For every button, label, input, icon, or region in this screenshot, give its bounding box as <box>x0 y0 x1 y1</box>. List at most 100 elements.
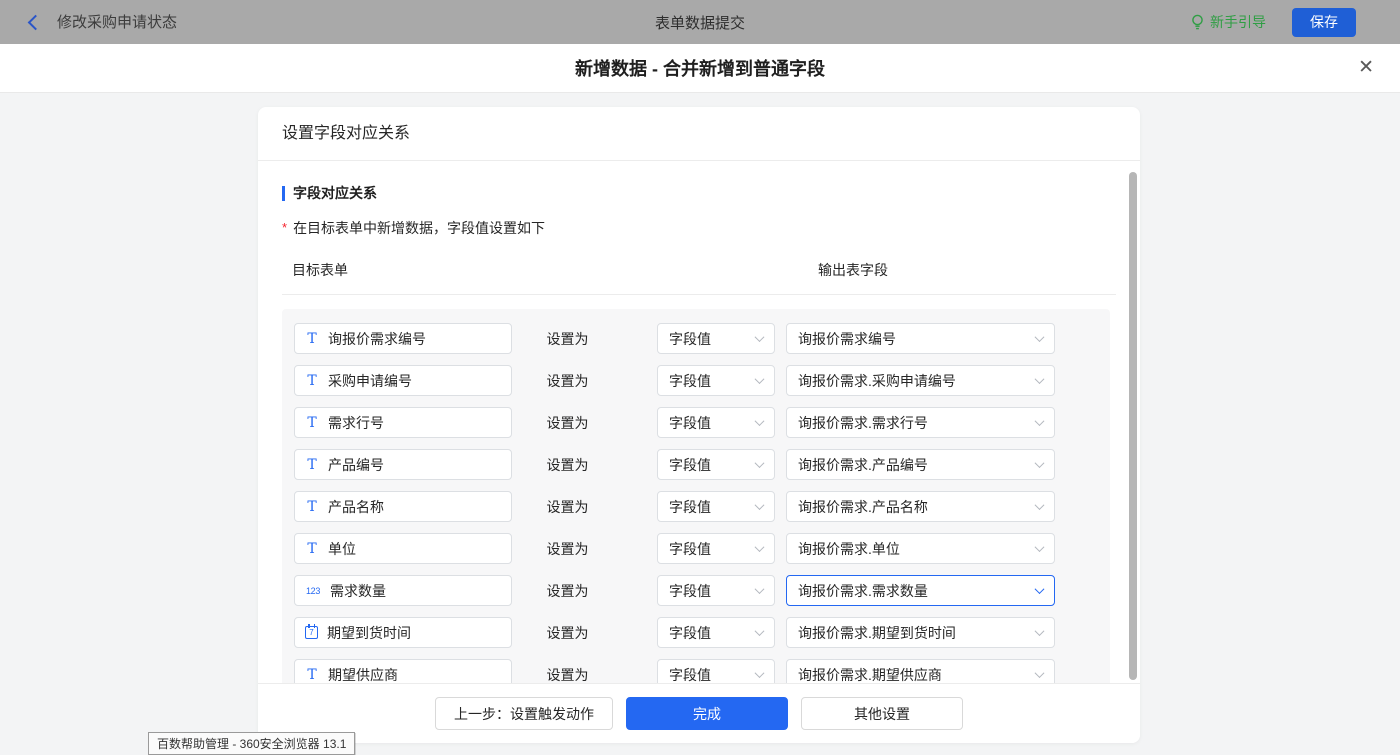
target-field-chip[interactable]: 7 期望到货时间 <box>294 617 512 648</box>
dialog-header: 新增数据 - 合并新增到普通字段 ✕ <box>0 44 1400 93</box>
target-field-label: 询报价需求编号 <box>328 329 426 349</box>
card-footer: 上一步：设置触发动作 完成 其他设置 <box>258 683 1140 743</box>
save-button[interactable]: 保存 <box>1292 8 1356 37</box>
output-field-select[interactable]: 询报价需求.产品编号 <box>786 449 1055 480</box>
target-field-label: 期望供应商 <box>328 665 398 685</box>
section-hint: *在目标表单中新增数据，字段值设置如下 <box>282 218 1116 238</box>
value-mode-select[interactable]: 字段值 <box>657 407 775 438</box>
chevron-down-icon <box>755 500 765 510</box>
set-as-label: 设置为 <box>512 581 657 601</box>
finish-button[interactable]: 完成 <box>626 697 788 730</box>
target-field-chip[interactable]: T询报价需求编号 <box>294 323 512 354</box>
section-title-text: 字段对应关系 <box>293 183 377 203</box>
other-settings-button[interactable]: 其他设置 <box>801 697 963 730</box>
value-mode-selected: 字段值 <box>669 623 711 643</box>
target-field-label: 采购申请编号 <box>328 371 412 391</box>
target-field-chip[interactable]: T 需求行号 <box>294 407 512 438</box>
beginner-guide-link[interactable]: 新手引导 <box>1190 12 1266 32</box>
value-mode-selected: 字段值 <box>669 455 711 475</box>
date-field-icon: 7 <box>305 626 318 639</box>
set-as-label: 设置为 <box>512 539 657 559</box>
target-field-label: 期望到货时间 <box>327 623 411 643</box>
target-field-chip[interactable]: T 采购申请编号 <box>294 365 512 396</box>
column-header-output-field: 输出表字段 <box>818 260 888 280</box>
output-field-selected: 询报价需求.采购申请编号 <box>798 371 956 391</box>
target-field-label: 需求行号 <box>328 413 384 433</box>
target-field-chip[interactable]: T 产品名称 <box>294 491 512 522</box>
field-mapping-row: T单位设置为字段值 询报价需求.单位 <box>294 533 1098 564</box>
chevron-down-icon <box>1035 626 1045 636</box>
text-field-icon: T <box>305 668 319 682</box>
chevron-down-icon <box>755 584 765 594</box>
value-mode-selected: 字段值 <box>669 371 711 391</box>
text-field-icon: T <box>305 416 319 430</box>
card-title: 设置字段对应关系 <box>258 107 1140 161</box>
chevron-down-icon <box>755 458 765 468</box>
value-mode-selected: 字段值 <box>669 665 711 685</box>
chevron-down-icon <box>1035 374 1045 384</box>
target-field-label: 产品编号 <box>328 455 384 475</box>
number-field-icon: 123 <box>305 586 321 596</box>
chevron-down-icon <box>755 668 765 678</box>
value-mode-selected: 字段值 <box>669 539 711 559</box>
column-headers: 目标表单 输出表字段 <box>282 260 1116 280</box>
chevron-down-icon <box>755 374 765 384</box>
target-field-chip[interactable]: T 产品编号 <box>294 449 512 480</box>
target-field-chip[interactable]: 123 需求数量 <box>294 575 512 606</box>
output-field-select[interactable]: 询报价需求.需求数量 <box>786 575 1055 606</box>
field-mapping-row: T 产品编号 设置为字段值 询报价需求.产品编号 <box>294 449 1098 480</box>
value-mode-select[interactable]: 字段值 <box>657 575 775 606</box>
output-field-selected: 询报价需求.需求数量 <box>798 581 928 601</box>
hint-text: 在目标表单中新增数据，字段值设置如下 <box>293 220 545 236</box>
target-field-label: 需求数量 <box>330 581 386 601</box>
scrollbar-thumb[interactable] <box>1129 172 1137 680</box>
set-as-label: 设置为 <box>512 413 657 433</box>
set-as-label: 设置为 <box>512 371 657 391</box>
previous-step-button[interactable]: 上一步：设置触发动作 <box>435 697 613 730</box>
output-field-selected: 询报价需求编号 <box>798 329 896 349</box>
value-mode-select[interactable]: 字段值 <box>657 365 775 396</box>
output-field-selected: 询报价需求.产品名称 <box>798 497 928 517</box>
dialog-title: 新增数据 - 合并新增到普通字段 <box>575 55 825 81</box>
value-mode-select[interactable]: 字段值 <box>657 533 775 564</box>
target-field-chip[interactable]: T单位 <box>294 533 512 564</box>
value-mode-select[interactable]: 字段值 <box>657 449 775 480</box>
chevron-down-icon <box>1035 500 1045 510</box>
output-field-select[interactable]: 询报价需求编号 <box>786 323 1055 354</box>
set-as-label: 设置为 <box>512 623 657 643</box>
chevron-down-icon <box>1035 668 1045 678</box>
value-mode-select[interactable]: 字段值 <box>657 491 775 522</box>
chevron-down-icon <box>1035 542 1045 552</box>
output-field-select[interactable]: 询报价需求.需求行号 <box>786 407 1055 438</box>
chevron-down-icon <box>755 332 765 342</box>
value-mode-selected: 字段值 <box>669 497 711 517</box>
output-field-select[interactable]: 询报价需求.采购申请编号 <box>786 365 1055 396</box>
field-mapping-card: 设置字段对应关系 字段对应关系 *在目标表单中新增数据，字段值设置如下 目标表单… <box>258 107 1140 743</box>
value-mode-selected: 字段值 <box>669 413 711 433</box>
set-as-label: 设置为 <box>512 329 657 349</box>
lightbulb-icon <box>1190 14 1205 31</box>
field-mapping-row: T 需求行号 设置为字段值 询报价需求.需求行号 <box>294 407 1098 438</box>
field-mapping-row: T 采购申请编号 设置为字段值 询报价需求.采购申请编号 <box>294 365 1098 396</box>
value-mode-select[interactable]: 字段值 <box>657 323 775 354</box>
text-field-icon: T <box>305 500 319 514</box>
text-field-icon: T <box>305 374 319 388</box>
value-mode-select[interactable]: 字段值 <box>657 617 775 648</box>
field-mapping-row: T产品名称设置为字段值询报价需求.产品名称 <box>294 491 1098 522</box>
output-field-selected: 询报价需求.单位 <box>798 539 900 559</box>
close-icon[interactable]: ✕ <box>1358 58 1374 78</box>
column-header-target-form: 目标表单 <box>292 260 348 280</box>
set-as-label: 设置为 <box>512 455 657 475</box>
output-field-select[interactable]: 询报价需求.产品名称 <box>786 491 1055 522</box>
chevron-down-icon <box>1035 584 1045 594</box>
text-field-icon: T <box>305 458 319 472</box>
output-field-select[interactable]: 询报价需求.单位 <box>786 533 1055 564</box>
field-mapping-row: 123 需求数量 设置为字段值 询报价需求.需求数量 <box>294 575 1098 606</box>
chevron-down-icon <box>755 542 765 552</box>
value-mode-selected: 字段值 <box>669 329 711 349</box>
output-field-select[interactable]: 询报价需求.期望到货时间 <box>786 617 1055 648</box>
guide-label: 新手引导 <box>1210 12 1266 32</box>
target-field-label: 产品名称 <box>328 497 384 517</box>
field-mapping-row: 7 期望到货时间 设置为字段值 询报价需求.期望到货时间 <box>294 617 1098 648</box>
field-mapping-row: T询报价需求编号设置为字段值 询报价需求编号 <box>294 323 1098 354</box>
